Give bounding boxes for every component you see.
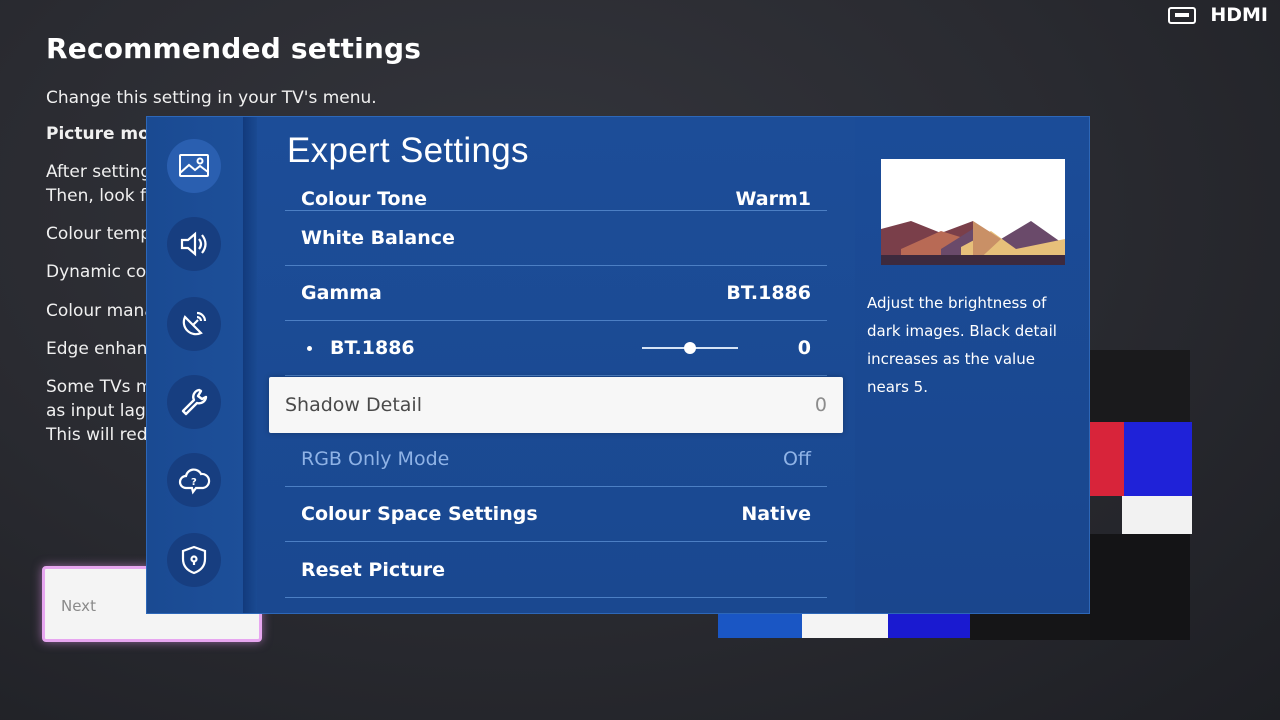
- hdmi-port-icon: [1168, 6, 1197, 24]
- bullet-icon: [307, 345, 312, 351]
- setting-label-group: BT.1886: [301, 337, 415, 359]
- setting-label: Colour Tone: [301, 188, 427, 210]
- input-source-indicator: HDMI: [1168, 4, 1268, 26]
- setting-value: Warm1: [735, 188, 812, 210]
- test-pattern-block: [1122, 496, 1192, 534]
- test-pattern-block: [802, 614, 888, 638]
- settings-list: Expert Settings Colour Tone Warm1 White …: [257, 117, 855, 613]
- rail-divider: [243, 117, 257, 613]
- setting-label: RGB Only Mode: [301, 448, 450, 470]
- test-pattern-block: [1090, 422, 1124, 496]
- test-pattern-block: [888, 614, 970, 638]
- instruction-text: Then, look fo: [46, 186, 157, 206]
- setting-label: Gamma: [301, 282, 382, 304]
- dynamic-contrast-text: Dynamic co: [46, 262, 147, 282]
- setting-row-white-balance[interactable]: White Balance: [285, 211, 827, 266]
- bt1886-slider[interactable]: [641, 342, 738, 354]
- colour-management-text: Colour mana: [46, 301, 155, 321]
- description-pane: Adjust the brightness of dark images. Bl…: [855, 117, 1089, 613]
- picture-mode-text: Picture mod: [46, 124, 162, 144]
- test-pattern-block: [1090, 534, 1190, 640]
- setting-value: BT.1886: [726, 282, 811, 304]
- test-pattern-block: [718, 614, 802, 638]
- input-lag-text: as input lag.: [46, 401, 152, 421]
- page-title: Recommended settings: [46, 32, 422, 65]
- next-button-label: Next: [61, 597, 96, 615]
- general-wrench-icon[interactable]: [167, 375, 221, 429]
- colour-temperature-text: Colour temp: [46, 224, 152, 244]
- setting-row-reset-picture[interactable]: Reset Picture: [285, 543, 827, 598]
- settings-category-rail: ?: [147, 117, 243, 613]
- svg-text:?: ?: [191, 477, 197, 488]
- test-pattern-block: [1124, 422, 1192, 496]
- setting-description: Adjust the brightness of dark images. Bl…: [867, 294, 1057, 396]
- setting-label: Colour Space Settings: [301, 503, 538, 525]
- setting-row-shadow-detail[interactable]: Shadow Detail 0: [269, 377, 843, 433]
- sound-icon[interactable]: [167, 217, 221, 271]
- test-pattern-block: [970, 614, 1090, 640]
- setting-value: Off: [782, 448, 811, 470]
- setting-row-rgb-only-mode[interactable]: RGB Only Mode Off: [285, 432, 827, 487]
- setting-value: 0: [797, 337, 811, 359]
- setting-value: 0: [814, 394, 827, 416]
- instruction-text: After setting: [46, 162, 152, 182]
- setting-label: Shadow Detail: [285, 394, 422, 416]
- input-source-label: HDMI: [1210, 4, 1268, 26]
- expert-settings-panel: ? Expert Settings Colour Tone Warm1 Whit…: [146, 116, 1090, 614]
- setting-value: Native: [741, 503, 811, 525]
- test-pattern-block: [1090, 350, 1190, 422]
- slider-knob[interactable]: [683, 342, 696, 354]
- setting-row-bt1886[interactable]: BT.1886 0: [285, 321, 827, 376]
- picture-icon[interactable]: [167, 139, 221, 193]
- setting-label: BT.1886: [330, 337, 415, 359]
- instruction-text: Change this setting in your TV's menu.: [46, 88, 377, 108]
- setting-row-colour-tone[interactable]: Colour Tone Warm1: [285, 171, 827, 211]
- setting-label: White Balance: [301, 227, 455, 249]
- setting-label: Reset Picture: [301, 559, 445, 581]
- slider-group: 0: [641, 337, 811, 359]
- preview-image: [881, 159, 1065, 265]
- broadcasting-icon[interactable]: [167, 297, 221, 351]
- privacy-shield-icon[interactable]: [167, 533, 221, 587]
- setting-row-gamma[interactable]: Gamma BT.1886: [285, 266, 827, 321]
- support-cloud-icon[interactable]: ?: [167, 453, 221, 507]
- input-lag-text: Some TVs m: [46, 377, 153, 397]
- panel-title: Expert Settings: [287, 131, 529, 170]
- setting-row-colour-space[interactable]: Colour Space Settings Native: [285, 487, 827, 542]
- edge-enhancement-text: Edge enhan: [46, 339, 148, 359]
- input-lag-text: This will redu: [46, 425, 159, 445]
